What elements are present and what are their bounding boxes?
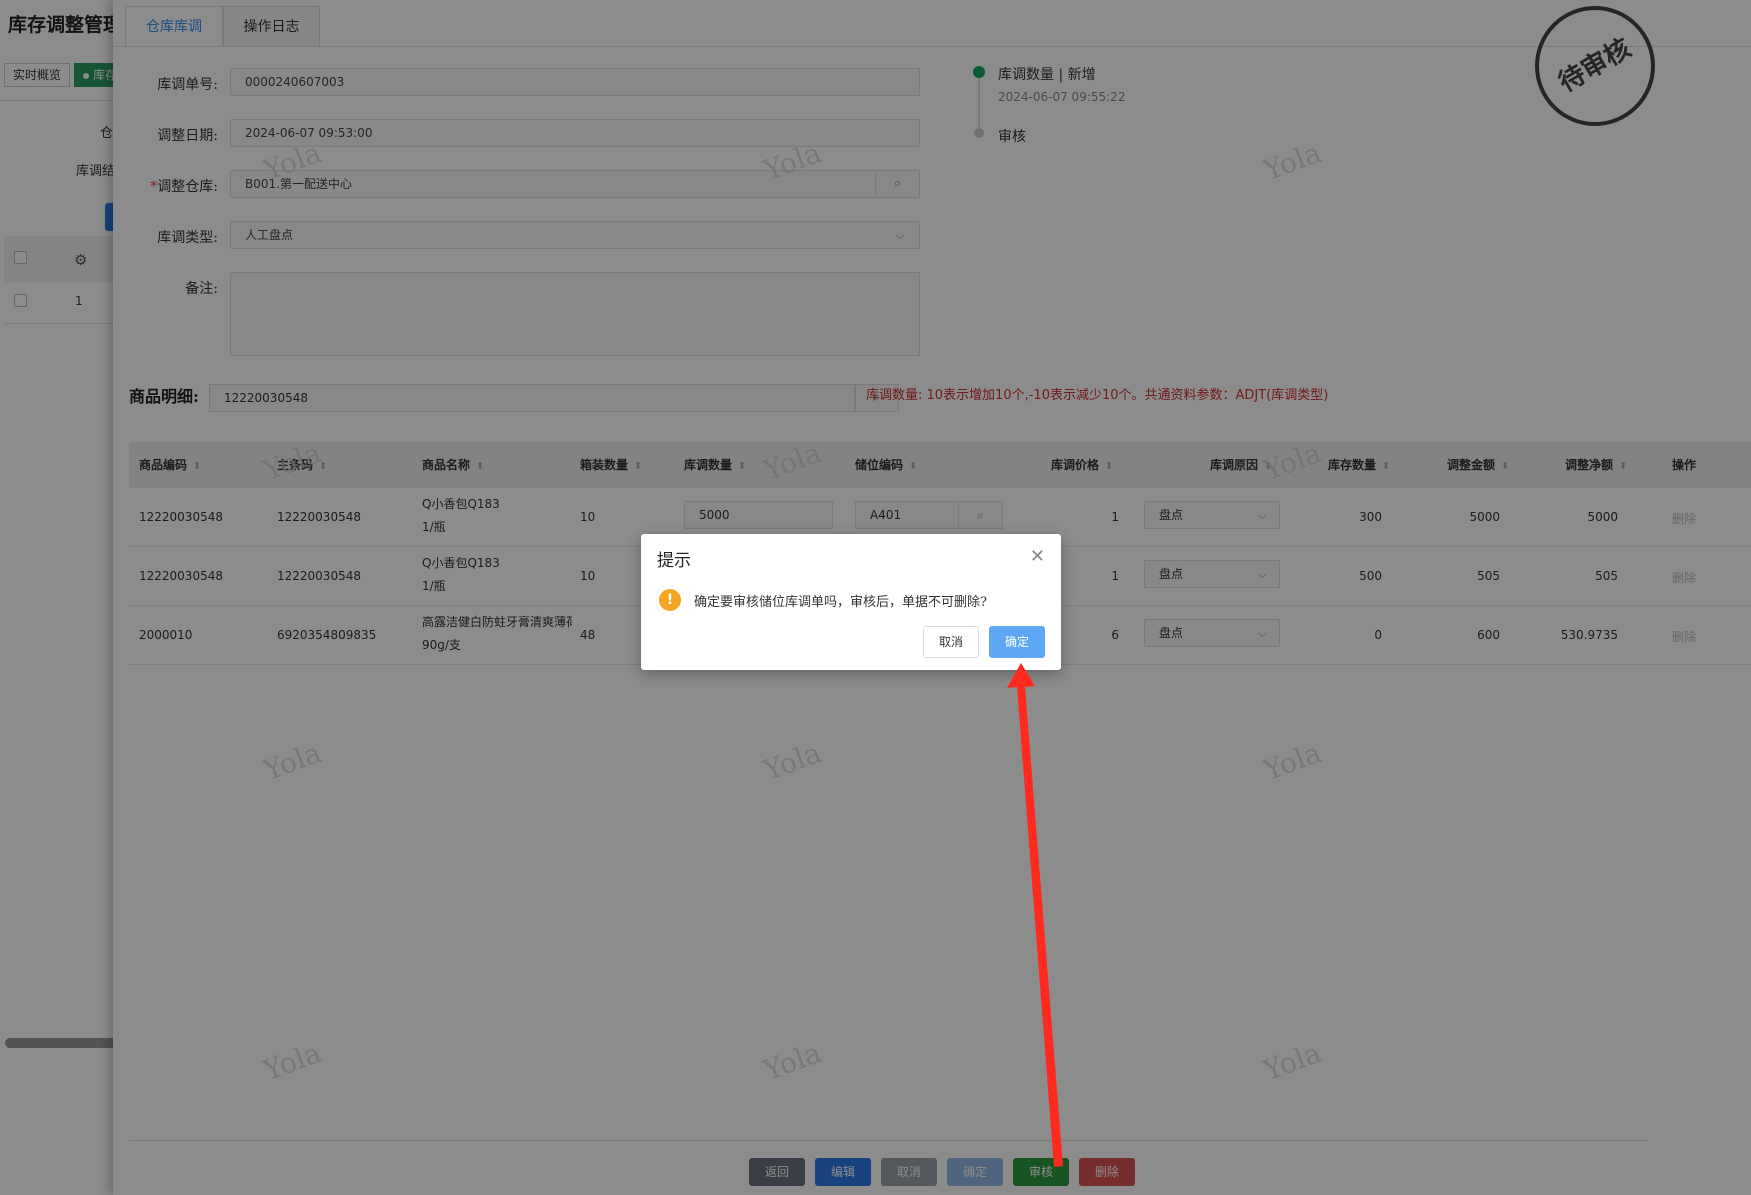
warning-icon: ! [659, 589, 681, 611]
close-icon[interactable]: ✕ [1030, 546, 1045, 567]
dialog-ok-button[interactable]: 确定 [989, 626, 1045, 658]
app-root: 库存调整管理 实时概览 库存 仓 库调结 ⚙ 1 仓库库调 操作日志 库调单号:… [0, 0, 1751, 1195]
dialog-message: 确定要审核储位库调单吗，审核后，单据不可删除? [694, 595, 987, 610]
dialog-cancel-button[interactable]: 取消 [923, 626, 979, 658]
dialog-title: 提示 [657, 551, 691, 571]
confirm-dialog: 提示 ✕ ! 确定要审核储位库调单吗，审核后，单据不可删除? 取消 确定 [641, 534, 1061, 670]
